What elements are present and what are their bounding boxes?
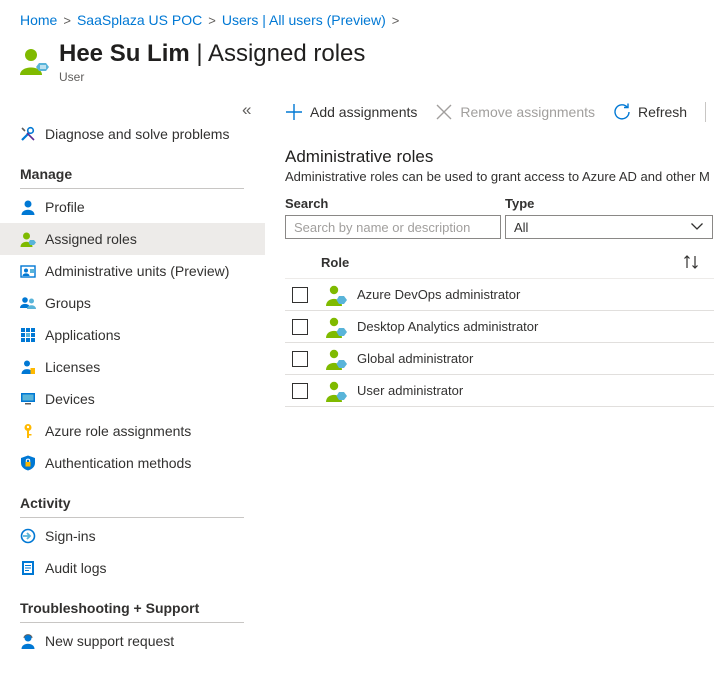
sidebar-item-label: Authentication methods	[45, 455, 192, 471]
admin-units-icon	[20, 265, 36, 278]
roles-table: Role Azure DevOps administrator Desktop …	[285, 246, 714, 407]
user-role-icon	[326, 285, 347, 306]
row-checkbox[interactable]	[292, 286, 308, 303]
chevron-down-icon	[691, 223, 703, 230]
remove-assignments-button[interactable]: Remove assignments	[435, 103, 595, 121]
plus-icon	[286, 104, 302, 120]
sidebar-item-label: Audit logs	[45, 560, 107, 576]
sidebar-item-audit-logs[interactable]: Audit logs	[0, 552, 265, 584]
type-dropdown[interactable]: All	[505, 215, 713, 239]
user-icon	[21, 200, 35, 215]
sidebar-item-label: Profile	[45, 199, 85, 215]
breadcrumb-home[interactable]: Home	[20, 12, 57, 28]
type-dropdown-value: All	[514, 219, 529, 235]
role-name: Azure DevOps administrator	[357, 287, 521, 302]
command-bar: Add assignments Remove assignments Refre…	[285, 96, 714, 128]
licenses-icon	[21, 360, 35, 374]
table-row[interactable]: Desktop Analytics administrator	[285, 311, 714, 343]
audit-log-icon	[22, 561, 34, 575]
search-input[interactable]	[285, 215, 501, 239]
type-label: Type	[505, 196, 535, 211]
role-name: User administrator	[357, 383, 464, 398]
refresh-icon	[614, 103, 630, 120]
sidebar-item-label: Assigned roles	[45, 231, 137, 247]
section-activity: Activity	[20, 495, 244, 518]
collapse-sidebar-icon[interactable]: «	[242, 100, 251, 120]
sign-in-icon	[20, 528, 36, 544]
devices-icon	[21, 393, 35, 405]
column-header-role[interactable]: Role	[321, 255, 349, 270]
sidebar-item-licenses[interactable]: Licenses	[0, 351, 265, 383]
key-icon	[24, 424, 32, 438]
table-row[interactable]: Azure DevOps administrator	[285, 279, 714, 311]
sidebar-item-label: Groups	[45, 295, 91, 311]
title-separator: |	[189, 40, 208, 67]
search-label: Search	[285, 196, 329, 211]
section-manage: Manage	[20, 166, 244, 189]
role-name: Desktop Analytics administrator	[357, 319, 539, 334]
toolbar-divider	[705, 102, 707, 122]
table-row[interactable]: User administrator	[285, 375, 714, 407]
sidebar-item-new-support-request[interactable]: New support request	[0, 625, 265, 657]
groups-icon	[20, 297, 36, 309]
user-role-icon	[326, 381, 347, 402]
chevron-right-icon: >	[391, 13, 400, 28]
section-title: Administrative roles	[285, 147, 434, 166]
role-name: Global administrator	[357, 351, 474, 366]
sidebar-item-diagnose[interactable]: Diagnose and solve problems	[0, 118, 265, 150]
add-assignments-button[interactable]: Add assignments	[285, 103, 417, 121]
refresh-button[interactable]: Refresh	[613, 103, 687, 121]
section-troubleshooting: Troubleshooting + Support	[20, 600, 244, 623]
sidebar-item-label: Administrative units (Preview)	[45, 263, 230, 279]
table-row[interactable]: Global administrator	[285, 343, 714, 375]
user-icon	[20, 49, 49, 75]
sidebar-item-profile[interactable]: Profile	[0, 191, 265, 223]
sidebar-item-devices[interactable]: Devices	[0, 383, 265, 415]
sidebar-item-label: Azure role assignments	[45, 423, 192, 439]
sidebar-item-sign-ins[interactable]: Sign-ins	[0, 520, 265, 552]
sidebar-item-applications[interactable]: Applications	[0, 319, 265, 351]
add-assignments-label: Add assignments	[310, 104, 418, 120]
breadcrumb-users[interactable]: Users | All users (Preview)	[222, 12, 386, 28]
section-description: Administrative roles can be used to gran…	[285, 169, 710, 184]
page-subtitle: User	[59, 70, 85, 84]
sidebar: « Diagnose and solve problems Manage Pro…	[0, 96, 265, 680]
remove-assignments-label: Remove assignments	[460, 104, 596, 120]
sidebar-item-groups[interactable]: Groups	[0, 287, 265, 319]
row-checkbox[interactable]	[292, 318, 308, 335]
shield-icon	[21, 455, 35, 471]
support-user-icon	[21, 634, 35, 649]
sidebar-item-label: Applications	[45, 327, 121, 343]
page-title: Hee Su Lim | Assigned roles	[59, 40, 365, 68]
user-role-icon	[326, 349, 347, 370]
chevron-right-icon: >	[208, 13, 216, 28]
wrench-icon	[21, 126, 35, 141]
sidebar-item-azure-role-assignments[interactable]: Azure role assignments	[0, 415, 265, 447]
sidebar-item-administrative-units[interactable]: Administrative units (Preview)	[0, 255, 265, 287]
user-role-icon	[326, 317, 347, 338]
sidebar-item-label: Licenses	[45, 359, 101, 375]
sidebar-item-label: Sign-ins	[45, 528, 96, 544]
breadcrumb: Home > SaaSplaza US POC > Users | All users …	[20, 12, 405, 28]
user-role-icon	[20, 232, 36, 247]
page-name: Assigned roles	[207, 40, 366, 67]
sidebar-item-authentication-methods[interactable]: Authentication methods	[0, 447, 265, 479]
breadcrumb-tenant[interactable]: SaaSplaza US POC	[77, 12, 202, 28]
applications-icon	[21, 328, 35, 342]
chevron-right-icon: >	[63, 13, 71, 28]
row-checkbox[interactable]	[292, 382, 308, 399]
sidebar-item-assigned-roles[interactable]: Assigned roles	[0, 223, 265, 255]
sidebar-item-label: New support request	[45, 633, 175, 649]
sidebar-item-label: Devices	[45, 391, 95, 407]
refresh-label: Refresh	[638, 104, 688, 120]
close-icon	[436, 104, 452, 120]
sidebar-item-label: Diagnose and solve problems	[45, 126, 230, 142]
user-name: Hee Su Lim	[59, 40, 190, 67]
table-header: Role	[285, 246, 714, 279]
row-checkbox[interactable]	[292, 350, 308, 367]
sort-icon[interactable]	[683, 254, 699, 270]
